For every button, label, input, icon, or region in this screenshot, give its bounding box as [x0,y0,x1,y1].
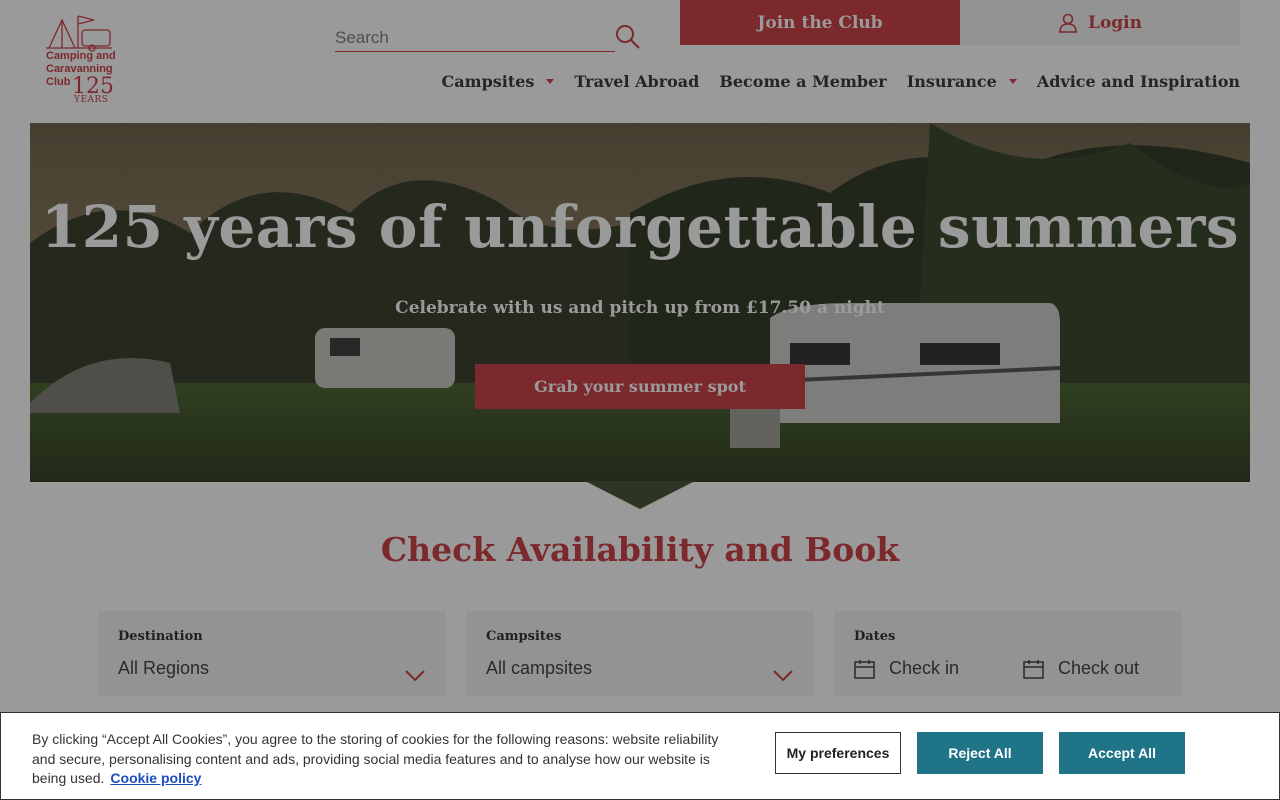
accept-all-button[interactable]: Accept All [1059,732,1185,774]
my-preferences-button[interactable]: My preferences [775,732,901,774]
cookie-policy-link[interactable]: Cookie policy [110,770,201,786]
cookie-banner: By clicking “Accept All Cookies”, you ag… [0,712,1280,800]
cookie-text: By clicking “Accept All Cookies”, you ag… [32,730,722,789]
accept-label: Accept All [1088,745,1156,761]
modal-backdrop [0,0,1280,800]
reject-all-button[interactable]: Reject All [917,732,1043,774]
reject-label: Reject All [948,745,1012,761]
preferences-label: My preferences [786,745,890,761]
